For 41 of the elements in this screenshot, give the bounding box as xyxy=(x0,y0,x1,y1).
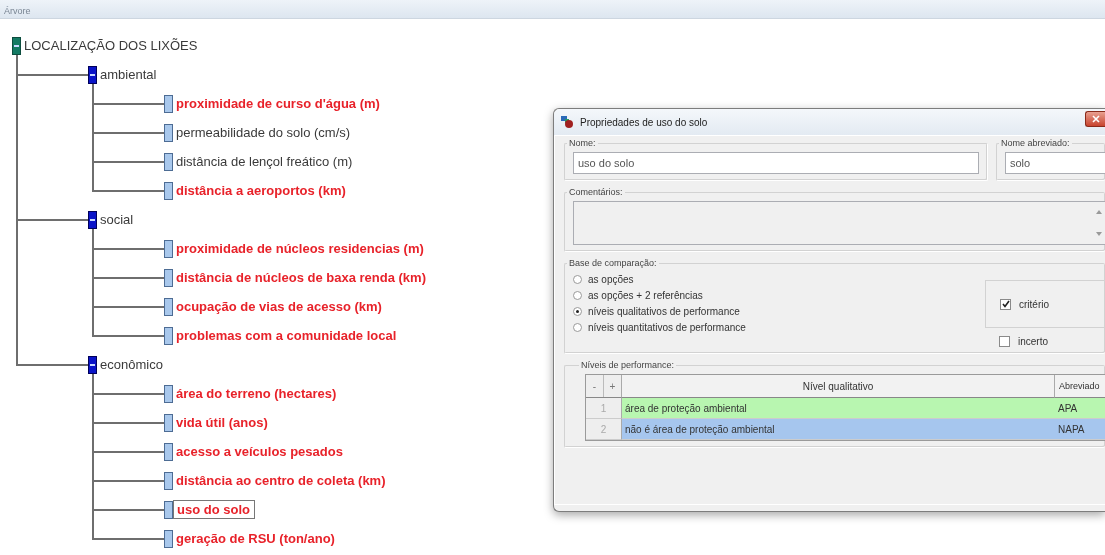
table-cell: NAPA xyxy=(1055,419,1105,440)
tree-item[interactable]: social xyxy=(97,212,134,227)
tree-item[interactable]: econômico xyxy=(97,357,163,372)
short-name-field[interactable]: solo xyxy=(1005,152,1105,174)
tree-item[interactable]: ambiental xyxy=(97,67,157,82)
row-number: 2 xyxy=(586,419,622,440)
tree-item[interactable]: vida útil (anos) xyxy=(173,415,268,430)
option-label: níveis quantitativos de performance xyxy=(588,322,746,333)
group-label: Níveis de performance: xyxy=(580,360,676,370)
panel-title: Árvore xyxy=(3,6,31,16)
tree-item[interactable]: área do terreno (hectares) xyxy=(173,386,337,401)
table-cell: APA xyxy=(1055,398,1105,419)
group-label: Base de comparação: xyxy=(568,258,658,268)
option-label: níveis qualitativos de performance xyxy=(588,306,740,317)
tree-item[interactable]: uso do solo xyxy=(173,500,255,519)
tree-item[interactable]: ocupação de vias de acesso (km) xyxy=(173,299,382,314)
group-label: Comentários: xyxy=(568,187,624,197)
tree-item[interactable]: permeabilidade do solo (cm/s) xyxy=(173,125,351,140)
dialog-title: Propriedades de uso do solo xyxy=(580,116,709,128)
tree-item[interactable]: acesso a veículos pesados xyxy=(173,444,343,459)
checkbox-label: critério xyxy=(1019,298,1049,310)
table-cell: não é área de proteção ambiental xyxy=(622,419,1055,440)
tree-item[interactable]: proximidade de núcleos residencias (m) xyxy=(173,241,424,256)
column-header[interactable]: Nível qualitativo xyxy=(622,375,1055,398)
table-cell: área de proteção ambiental xyxy=(622,398,1055,419)
tree-item[interactable]: proximidade de curso d'água (m) xyxy=(173,96,380,111)
tree-item[interactable]: geração de RSU (ton/ano) xyxy=(173,531,335,546)
option-label: as opções xyxy=(588,274,634,285)
tree-item[interactable]: distância ao centro de coleta (km) xyxy=(173,473,386,488)
row-number: 1 xyxy=(586,398,622,419)
tree-item[interactable]: distância a aeroportos (km) xyxy=(173,183,346,198)
name-field[interactable]: uso do solo xyxy=(573,152,979,174)
option-label: as opções + 2 referências xyxy=(588,290,703,301)
column-header[interactable]: Abreviado xyxy=(1055,375,1105,398)
tree-item[interactable]: distância de lençol freático (m) xyxy=(173,154,353,169)
checkbox-label: incerto xyxy=(1018,336,1048,347)
group-label: Nome abreviado: xyxy=(1000,138,1071,148)
tree-item[interactable]: distância de núcleos de baxa renda (km) xyxy=(173,270,426,285)
tree-item[interactable]: problemas com a comunidade local xyxy=(173,328,397,343)
tree-item[interactable]: LOCALIZAÇÃO DOS LIXÕES xyxy=(21,38,198,53)
group-label: Nome: xyxy=(568,138,597,148)
